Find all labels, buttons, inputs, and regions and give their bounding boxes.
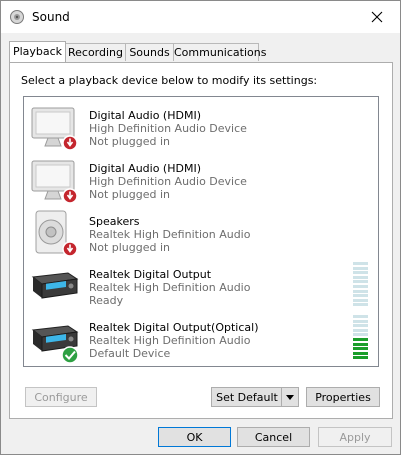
device-name: Digital Audio (HDMI)	[89, 109, 201, 122]
meter-segment	[353, 347, 368, 351]
sound-dialog: Sound Playback Recording Sounds Communic…	[0, 0, 401, 455]
device-item-digital-output[interactable]: Realtek Digital Output Realtek High Defi…	[24, 259, 378, 312]
playback-panel: Select a playback device below to modify…	[9, 62, 393, 419]
device-list[interactable]: Digital Audio (HDMI) High Definition Aud…	[23, 96, 379, 367]
close-button[interactable]	[354, 1, 400, 33]
device-description: Realtek High Definition Audio	[89, 228, 251, 241]
device-item-optical-output[interactable]: Realtek Digital Output(Optical) Realtek …	[24, 312, 378, 365]
device-description: High Definition Audio Device	[89, 122, 247, 135]
device-status: Not plugged in	[89, 188, 171, 201]
device-description: Realtek High Definition Audio	[89, 334, 251, 347]
meter-segment	[353, 262, 368, 265]
window-title: Sound	[32, 10, 70, 24]
meter-segment	[353, 275, 368, 279]
device-name: Speakers	[89, 215, 140, 228]
meter-segment	[353, 280, 368, 284]
receiver-icon	[31, 272, 79, 299]
configure-button[interactable]: Configure	[25, 387, 97, 407]
monitor-icon	[31, 160, 78, 204]
meter-segment	[353, 333, 368, 337]
volume-level-meter	[353, 262, 368, 308]
meter-segment	[353, 298, 368, 302]
cancel-button[interactable]: Cancel	[237, 427, 310, 447]
monitor-icon	[31, 107, 78, 151]
volume-level-meter	[353, 315, 368, 361]
meter-segment	[353, 271, 368, 275]
tab-communications[interactable]: Communications	[173, 43, 266, 61]
device-status: Not plugged in	[89, 241, 171, 254]
device-name: Realtek Digital Output	[89, 268, 212, 281]
apply-button[interactable]: Apply	[318, 427, 392, 447]
instruction-text: Select a playback device below to modify…	[21, 74, 318, 87]
meter-segment	[353, 328, 368, 332]
title-bar: Sound	[1, 1, 400, 33]
device-item-hdmi-1[interactable]: Digital Audio (HDMI) High Definition Aud…	[24, 100, 378, 153]
device-status: Not plugged in	[89, 135, 171, 148]
properties-button[interactable]: Properties	[306, 387, 380, 407]
meter-segment	[353, 351, 368, 355]
meter-segment	[353, 289, 368, 293]
device-name: Digital Audio (HDMI)	[89, 162, 201, 175]
tab-playback[interactable]: Playback	[9, 41, 66, 62]
chevron-down-icon	[286, 395, 294, 400]
close-icon	[371, 11, 383, 23]
ok-button[interactable]: OK	[158, 427, 231, 447]
device-description: High Definition Audio Device	[89, 175, 247, 188]
unplugged-badge-icon	[62, 135, 78, 151]
unplugged-badge-icon	[62, 241, 78, 257]
tab-sounds[interactable]: Sounds	[125, 43, 174, 61]
unplugged-badge-icon	[62, 188, 78, 204]
meter-segment	[353, 285, 368, 288]
set-default-button[interactable]: Set Default	[211, 387, 299, 407]
device-description: Realtek High Definition Audio	[89, 281, 251, 294]
meter-segment	[353, 266, 368, 270]
device-name: Realtek Digital Output(Optical)	[89, 321, 259, 334]
meter-segment	[353, 324, 368, 328]
meter-segment	[353, 294, 368, 298]
set-default-label: Set Default	[216, 391, 278, 404]
default-check-icon	[61, 346, 79, 364]
meter-segment	[353, 338, 368, 341]
meter-segment	[353, 319, 368, 323]
meter-segment	[353, 303, 368, 307]
device-item-hdmi-2[interactable]: Digital Audio (HDMI) High Definition Aud…	[24, 153, 378, 206]
speaker-icon	[35, 210, 78, 257]
meter-segment	[353, 342, 368, 346]
meter-segment	[353, 315, 368, 318]
tab-recording[interactable]: Recording	[65, 43, 126, 61]
sound-app-icon	[10, 10, 24, 24]
set-default-dropdown[interactable]	[281, 388, 298, 406]
device-status: Ready	[89, 294, 124, 307]
device-item-speakers[interactable]: Speakers Realtek High Definition Audio N…	[24, 206, 378, 259]
meter-segment	[353, 356, 368, 360]
device-status: Default Device	[89, 347, 171, 360]
receiver-icon	[31, 325, 79, 364]
